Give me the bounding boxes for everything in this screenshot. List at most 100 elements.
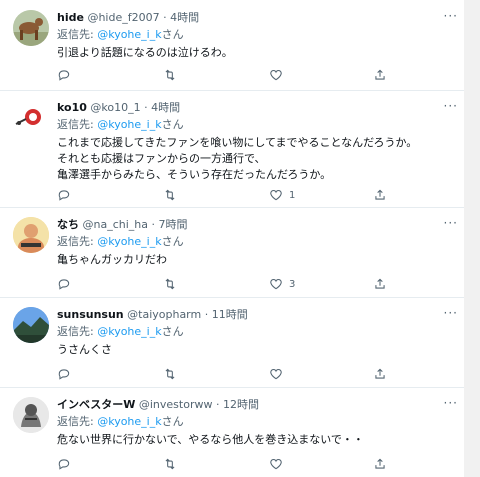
tweet-text: これまで応援してきたファンを喰い物にしてまでやることなんだろうか。 それとも応援…	[57, 136, 418, 181]
share-icon	[375, 278, 385, 289]
share-button[interactable]	[373, 188, 387, 202]
reply-context: 返信先: @kyohe_i_kさん	[57, 325, 184, 339]
like-button[interactable]	[269, 457, 289, 471]
share-button[interactable]	[373, 367, 387, 381]
user-handle[interactable]: @ko10_1	[90, 101, 140, 114]
tweet-actions	[57, 68, 397, 84]
timestamp[interactable]: 11時間	[212, 308, 248, 321]
reply-context: 返信先: @kyohe_i_kさん	[57, 118, 184, 132]
tweet[interactable]: ko10 @ko10_1 · 4時間 ··· 返信先: @kyohe_i_kさん…	[0, 90, 464, 208]
avatar[interactable]	[13, 100, 49, 136]
retweet-icon	[165, 368, 175, 380]
reply-button[interactable]	[57, 68, 71, 82]
reply-icon	[58, 369, 70, 380]
share-icon	[375, 189, 385, 200]
more-options-icon[interactable]: ···	[444, 99, 458, 113]
like-count: 3	[289, 278, 296, 290]
tweet-text: 引退より話題になるのは泣けるわ。	[57, 46, 233, 59]
more-options-icon[interactable]: ···	[444, 396, 458, 410]
separator: ·	[144, 101, 148, 114]
retweet-button[interactable]	[163, 68, 177, 82]
display-name[interactable]: なち	[57, 218, 79, 231]
reply-prefix: 返信先:	[57, 28, 94, 41]
more-options-icon[interactable]: ···	[444, 216, 458, 230]
reply-prefix: 返信先:	[57, 118, 94, 131]
tweet-actions	[57, 457, 397, 473]
retweet-icon	[165, 69, 175, 81]
avatar[interactable]	[13, 10, 49, 46]
user-handle[interactable]: @na_chi_ha	[83, 218, 149, 231]
share-icon	[375, 458, 385, 469]
user-handle[interactable]: @taiyopharm	[127, 308, 201, 321]
separator: ·	[151, 218, 156, 231]
mention-link[interactable]: @kyohe_i_k	[97, 118, 161, 131]
mention-link[interactable]: @kyohe_i_k	[97, 415, 161, 428]
tweet-actions	[57, 367, 397, 383]
like-button[interactable]: 3	[269, 277, 295, 291]
more-options-icon[interactable]: ···	[444, 306, 458, 320]
mention-link[interactable]: @kyohe_i_k	[97, 325, 161, 338]
like-button[interactable]	[269, 367, 289, 381]
more-options-icon[interactable]: ···	[444, 9, 458, 23]
retweet-icon	[165, 189, 175, 201]
separator: ·	[215, 398, 220, 411]
reply-context: 返信先: @kyohe_i_kさん	[57, 235, 184, 249]
separator: ·	[163, 11, 167, 24]
timestamp[interactable]: 12時間	[223, 398, 259, 411]
retweet-button[interactable]	[163, 457, 177, 471]
reply-button[interactable]	[57, 277, 71, 291]
share-button[interactable]	[373, 277, 387, 291]
separator: ·	[204, 308, 209, 321]
share-icon	[375, 69, 385, 80]
avatar[interactable]	[13, 307, 49, 343]
reply-prefix: 返信先:	[57, 325, 94, 338]
tweet-text: 危ない世界に行かないで、やるなら他人を巻き込まないで・・	[57, 433, 364, 446]
display-name[interactable]: sunsunsun	[57, 308, 124, 321]
avatar[interactable]	[13, 217, 49, 253]
display-name[interactable]: ko10	[57, 101, 87, 114]
display-name[interactable]: hide	[57, 11, 84, 24]
user-handle[interactable]: @hide_f2007	[87, 11, 159, 24]
heart-icon	[270, 190, 282, 201]
reply-context: 返信先: @kyohe_i_kさん	[57, 415, 184, 429]
reply-suffix: さん	[161, 325, 184, 338]
heart-icon	[270, 279, 282, 290]
tweet-actions: 3	[57, 277, 397, 293]
tweet[interactable]: hide @hide_f2007 · 4時間 ··· 返信先: @kyohe_i…	[0, 0, 464, 91]
mention-link[interactable]: @kyohe_i_k	[97, 28, 161, 41]
reply-suffix: さん	[161, 118, 184, 131]
display-name[interactable]: インベスターW	[57, 398, 135, 411]
tweet-actions: 1	[57, 188, 397, 204]
tweet[interactable]: sunsunsun @taiyopharm · 11時間 ··· 返信先: @k…	[0, 297, 464, 388]
reply-prefix: 返信先:	[57, 235, 94, 248]
reply-button[interactable]	[57, 188, 71, 202]
retweet-button[interactable]	[163, 277, 177, 291]
retweet-icon	[165, 458, 175, 470]
like-button[interactable]: 1	[269, 188, 295, 202]
share-icon	[375, 368, 385, 379]
retweet-icon	[165, 278, 175, 290]
reply-icon	[58, 459, 70, 470]
avatar[interactable]	[13, 397, 49, 433]
reply-context: 返信先: @kyohe_i_kさん	[57, 28, 184, 42]
timestamp[interactable]: 4時間	[170, 11, 199, 24]
scrollbar[interactable]	[464, 0, 480, 477]
share-button[interactable]	[373, 68, 387, 82]
reply-suffix: さん	[161, 28, 184, 41]
retweet-button[interactable]	[163, 367, 177, 381]
tweet[interactable]: なち @na_chi_ha · 7時間 ··· 返信先: @kyohe_i_kさ…	[0, 207, 464, 298]
retweet-button[interactable]	[163, 188, 177, 202]
share-button[interactable]	[373, 457, 387, 471]
reply-prefix: 返信先:	[57, 415, 94, 428]
user-handle[interactable]: @investorww	[139, 398, 213, 411]
timestamp[interactable]: 7時間	[159, 218, 188, 231]
like-button[interactable]	[269, 68, 289, 82]
mention-link[interactable]: @kyohe_i_k	[97, 235, 161, 248]
tweet[interactable]: インベスターW @investorww · 12時間 ··· 返信先: @kyo…	[0, 387, 464, 477]
heart-icon	[270, 369, 282, 380]
tweet-text: 亀ちゃんガッカリだわ	[57, 253, 167, 266]
reply-button[interactable]	[57, 367, 71, 381]
reply-suffix: さん	[161, 235, 184, 248]
reply-button[interactable]	[57, 457, 71, 471]
timestamp[interactable]: 4時間	[151, 101, 180, 114]
